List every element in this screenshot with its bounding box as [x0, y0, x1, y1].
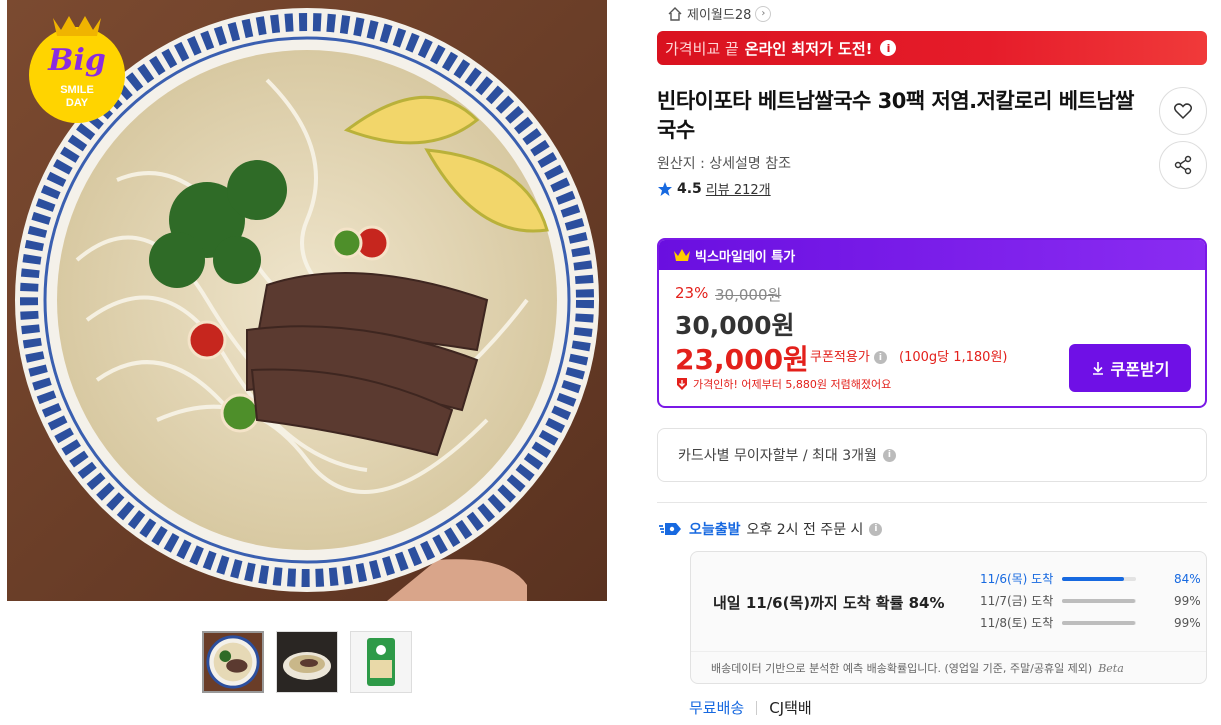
installment-info[interactable]: 카드사별 무이자할부 / 최대 3개월 i: [657, 428, 1207, 482]
chevron-right-icon: ›: [755, 5, 772, 22]
smile-day-deal-box: 빅스마일데이 특가 23% 30,000원 30,000원 23,000원 쿠폰…: [657, 238, 1207, 408]
info-icon[interactable]: i: [873, 351, 887, 364]
delivery-row-bar: [1062, 598, 1136, 603]
heart-icon: [1173, 103, 1193, 120]
banner-highlight: 온라인 최저가 도전!: [744, 39, 873, 58]
installment-text: 카드사별 무이자할부 / 최대 3개월: [678, 448, 877, 464]
coupon-price-tag: 쿠폰적용가 i: [810, 346, 887, 365]
review-count-link[interactable]: 리뷰 212개: [706, 179, 771, 198]
svg-text:Big: Big: [47, 43, 106, 78]
price-drop-notice: 가격인하! 어제부터 5,880원 저렴해졌어요: [675, 376, 891, 392]
deal-header: 빅스마일데이 특가: [659, 240, 1205, 270]
delivery-row-percent: 99%: [1174, 593, 1201, 608]
origin-info: 원산지 : 상세설명 참조: [657, 156, 791, 172]
carrier-name: CJ택배: [769, 699, 812, 717]
delivery-footnote: 배송데이터 기반으로 분석한 예측 배송확률입니다. (영업일 기준, 주말/공…: [691, 651, 1206, 676]
divider: [657, 502, 1207, 503]
get-coupon-label: 쿠폰받기: [1110, 362, 1170, 379]
delivery-row-fill: [1062, 620, 1136, 625]
download-icon: [1092, 362, 1103, 375]
lowest-price-banner[interactable]: 가격비교 끝 온라인 최저가 도전! i: [657, 31, 1207, 65]
thumbnail-pho-dark[interactable]: [276, 631, 338, 693]
divider: [756, 700, 758, 715]
delivery-row-percent: 99%: [1174, 615, 1201, 630]
delivery-row: 11/7(금) 도착 99%: [980, 592, 1204, 609]
delivery-footnote-text: 배송데이터 기반으로 분석한 예측 배송확률입니다. (영업일 기준, 주말/공…: [711, 662, 1093, 675]
price-down-tag-icon: [677, 378, 687, 390]
seller-link[interactable]: 제이월드28 ›: [667, 4, 772, 23]
discount-rate: 23%: [675, 284, 709, 302]
delivery-row: 11/8(토) 도착 99%: [980, 614, 1204, 631]
get-coupon-button[interactable]: 쿠폰받기: [1069, 344, 1191, 392]
svg-text:DAY: DAY: [66, 97, 89, 109]
shipping-info: 무료배송 CJ택배: [689, 697, 812, 718]
coupon-tag-label: 쿠폰적용가: [810, 350, 870, 365]
seller-name: 제이월드28: [687, 8, 752, 23]
today-dispatch-condition: 오후 2시 전 주문 시: [746, 522, 864, 538]
info-icon[interactable]: i: [880, 40, 897, 56]
rating-summary: 4.5 리뷰 212개: [657, 179, 771, 198]
deal-label: 빅스마일데이 특가: [695, 249, 796, 265]
delivery-row-fill: [1062, 576, 1125, 581]
list-price: 30,000원: [675, 311, 795, 340]
delivery-row-date: 11/7(금) 도착: [980, 594, 1054, 608]
delivery-row-bar: [1062, 576, 1136, 581]
banner-prefix: 가격비교 끝: [665, 39, 739, 58]
favorite-button[interactable]: [1159, 87, 1207, 135]
product-title: 빈타이포타 베트남쌀국수 30팩 저염.저칼로리 베트남쌀국수: [657, 89, 1134, 142]
delivery-row-fill: [1062, 598, 1136, 603]
product-main-image[interactable]: Big SMILE DAY: [7, 0, 607, 601]
share-icon: [1174, 155, 1192, 175]
thumbnail-package[interactable]: [350, 631, 412, 693]
delivery-row-date: 11/8(토) 도착: [980, 616, 1054, 630]
info-icon[interactable]: i: [869, 522, 883, 536]
rating-score: 4.5: [677, 180, 702, 197]
star-icon: [658, 181, 672, 196]
info-icon[interactable]: i: [882, 448, 896, 462]
original-price: 30,000원: [715, 286, 782, 304]
delivery-row: 11/6(목) 도착 84%: [980, 570, 1204, 587]
free-shipping-label: 무료배송: [689, 699, 745, 717]
delivery-summary: 내일 11/6(목)까지 도착 확률 84%: [713, 594, 945, 612]
delivery-row-bar: [1062, 620, 1136, 625]
thumbnail-strip: [202, 631, 412, 693]
beta-label: Beta: [1098, 662, 1124, 675]
crown-icon: [674, 249, 690, 261]
unit-price: (100g당 1,180원): [899, 350, 1008, 365]
svg-text:SMILE: SMILE: [60, 84, 94, 96]
today-dispatch: 오늘출발 오후 2시 전 주문 시 i: [659, 519, 883, 539]
price-drop-text: 가격인하! 어제부터 5,880원 저렴해졌어요: [693, 378, 892, 391]
share-button[interactable]: [1159, 141, 1207, 189]
coupon-price: 23,000원: [675, 343, 809, 376]
fast-truck-icon: [659, 523, 681, 535]
delivery-probability-box: 내일 11/6(목)까지 도착 확률 84% 11/6(목) 도착 84% 11…: [690, 551, 1207, 684]
delivery-row-date: 11/6(목) 도착: [980, 572, 1054, 586]
today-dispatch-brand: 오늘출발: [689, 522, 741, 538]
thumbnail-pho-bowl[interactable]: [202, 631, 264, 693]
home-icon: [668, 6, 682, 21]
delivery-row-percent: 84%: [1174, 571, 1201, 586]
